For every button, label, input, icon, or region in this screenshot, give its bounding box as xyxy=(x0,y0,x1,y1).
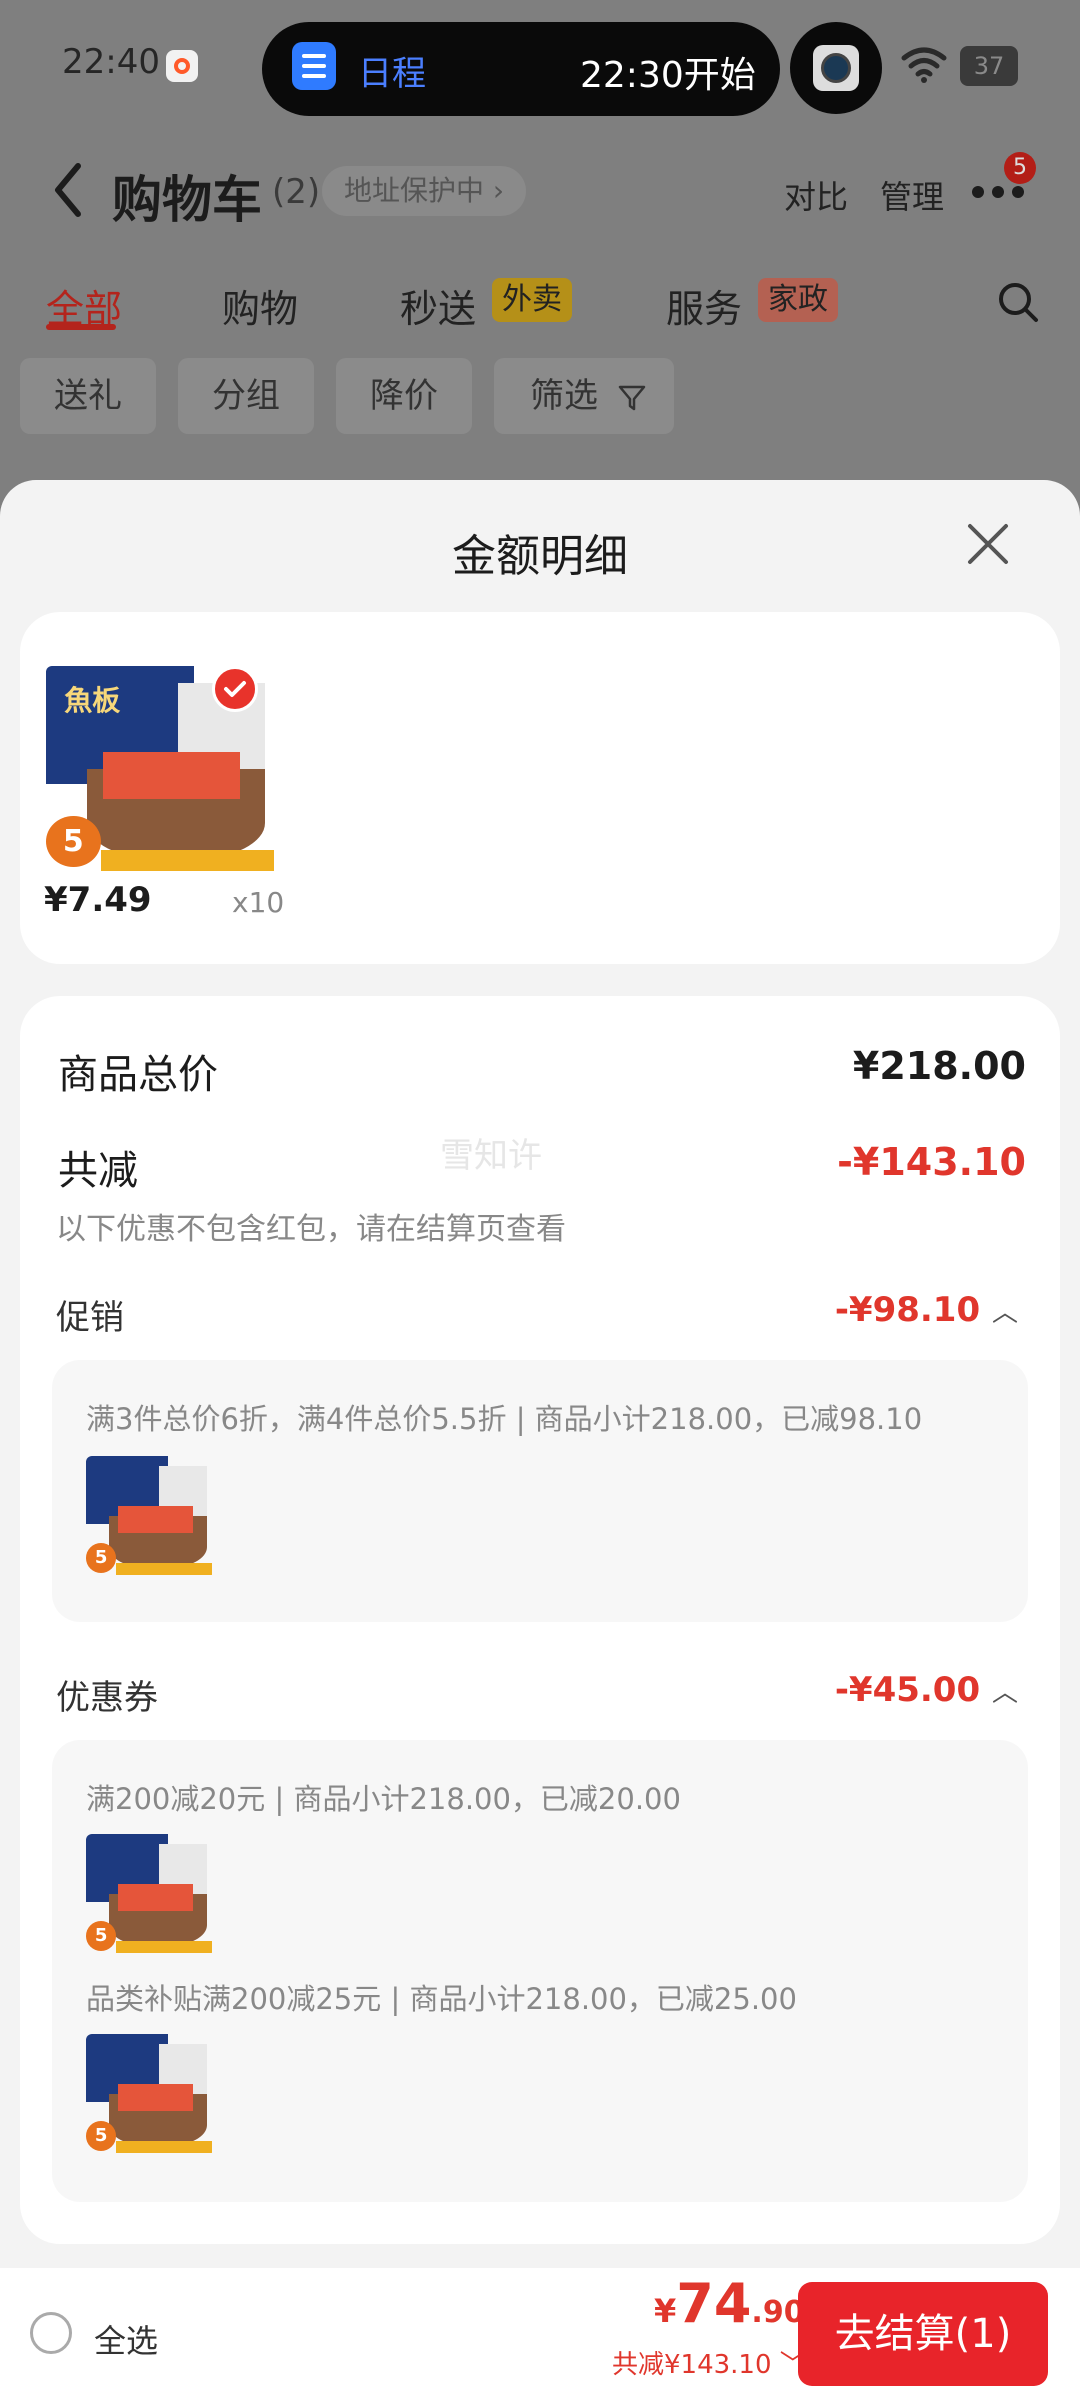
promotion-value: -¥98.10 xyxy=(834,1290,981,1330)
saved-amount: 共减¥143.10 xyxy=(612,2350,772,2380)
promotion-toggle[interactable]: -¥98.10 ︿ xyxy=(835,1290,1018,1330)
tab-shopping[interactable]: 购物 xyxy=(222,278,298,333)
chip-group[interactable]: 分组 xyxy=(178,358,314,434)
promotion-product-thumb[interactable]: 5 xyxy=(86,1456,212,1580)
island-title: 日程 xyxy=(358,54,426,94)
checkout-button[interactable]: 去结算(1) xyxy=(798,2282,1048,2386)
more-icon[interactable] xyxy=(972,186,1028,200)
chip-filter[interactable]: 筛选 xyxy=(494,358,674,434)
promotion-label: 促销 xyxy=(56,1298,124,1338)
total-payable: ¥74.90 xyxy=(654,2272,805,2335)
watermark: 雪知许 xyxy=(440,1136,542,1176)
manage-button[interactable]: 管理 xyxy=(880,172,944,218)
product-brand: 魚板 xyxy=(64,683,121,717)
compare-button[interactable]: 对比 xyxy=(784,172,848,218)
island-time: 22:30开始 xyxy=(580,55,756,96)
selected-check-icon[interactable] xyxy=(212,666,258,712)
page-title: 购物车 xyxy=(112,171,262,229)
total-price-label: 商品总价 xyxy=(58,1052,218,1098)
sheet-title: 金额明细 xyxy=(452,531,628,582)
promotion-detail: 满3件总价6折，满4件总价5.5折 | 商品小计218.00，已减98.10 xyxy=(86,1402,923,1436)
currency-symbol: ¥ xyxy=(654,2292,677,2330)
thumb-badge: 5 xyxy=(86,2120,117,2151)
discount-value: -¥143.10 xyxy=(837,1140,1026,1184)
thumb-badge: 5 xyxy=(86,1542,117,1573)
coupon-toggle[interactable]: -¥45.00 ︿ xyxy=(835,1670,1018,1710)
address-protection-badge[interactable]: 地址保护中 › xyxy=(322,166,527,216)
chip-gift[interactable]: 送礼 xyxy=(20,358,156,434)
status-time: 22:40 xyxy=(62,42,160,82)
select-all-label[interactable]: 全选 xyxy=(94,2316,158,2362)
price-decimal: .90 xyxy=(751,2295,805,2330)
active-tab-indicator xyxy=(46,324,116,330)
coupon-product-thumb-2[interactable]: 5 xyxy=(86,2034,212,2158)
coupon-product-thumb-1[interactable]: 5 xyxy=(86,1834,212,1958)
coupon-detail-1: 满200减20元 | 商品小计218.00，已减20.00 xyxy=(86,1782,681,1816)
takeout-tag: 外卖 xyxy=(492,278,572,322)
clock-app-icon[interactable] xyxy=(790,22,882,114)
screen-record-icon xyxy=(166,50,198,82)
chip-price-drop[interactable]: 降价 xyxy=(336,358,472,434)
total-price-value: ¥218.00 xyxy=(852,1044,1026,1088)
tab-express[interactable]: 秒送 xyxy=(400,278,476,333)
product-badge: 5 xyxy=(46,815,101,868)
tab-services[interactable]: 服务 xyxy=(666,278,742,333)
back-arrow-icon[interactable] xyxy=(50,160,86,220)
address-protection-label: 地址保护中 xyxy=(344,174,485,207)
chevron-up-icon: ︿ xyxy=(991,1298,1018,1328)
search-icon[interactable] xyxy=(996,280,1040,324)
close-icon[interactable] xyxy=(966,522,1010,566)
discount-label: 共减 xyxy=(58,1148,138,1194)
calendar-icon xyxy=(292,42,336,90)
housekeeping-tag: 家政 xyxy=(758,278,838,322)
wifi-icon xyxy=(901,47,947,83)
filter-icon xyxy=(618,385,646,410)
select-all-radio[interactable] xyxy=(30,2312,72,2354)
chevron-right-icon: › xyxy=(492,174,505,207)
thumb-badge: 5 xyxy=(86,1920,117,1951)
chip-filter-label: 筛选 xyxy=(530,376,598,416)
cart-count: (2) xyxy=(272,172,321,212)
battery-icon: 37 xyxy=(960,46,1018,86)
product-quantity: x10 xyxy=(232,886,285,919)
coupon-label: 优惠券 xyxy=(56,1678,158,1718)
chevron-up-icon: ︿ xyxy=(991,1678,1018,1708)
discount-note: 以下优惠不包含红包，请在结算页查看 xyxy=(56,1212,566,1247)
notification-badge: 5 xyxy=(1004,152,1036,184)
coupon-detail-2: 品类补贴满200减25元 | 商品小计218.00，已减25.00 xyxy=(86,1982,797,2016)
coupon-value: -¥45.00 xyxy=(834,1670,981,1710)
saved-toggle[interactable]: 共减¥143.10 ﹀ xyxy=(612,2344,806,2381)
product-price: ¥7.49 xyxy=(44,880,152,920)
price-integer: 74 xyxy=(676,2272,752,2335)
